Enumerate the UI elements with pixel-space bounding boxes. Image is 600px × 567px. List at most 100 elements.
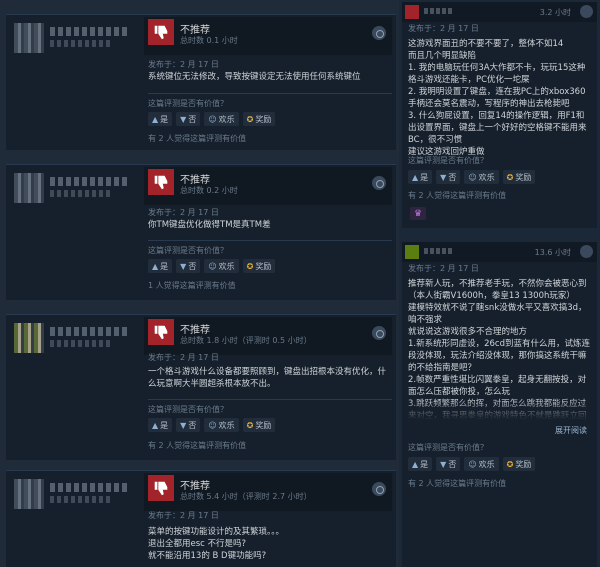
award-button[interactable]: ✪ 奖励 bbox=[242, 112, 276, 126]
author-library bbox=[50, 40, 110, 47]
award-icon: ✪ bbox=[246, 420, 254, 430]
thumbs-up-icon: ▲ bbox=[412, 459, 419, 469]
thumbs-down-icon: ▼ bbox=[180, 420, 187, 430]
no-label: 否 bbox=[188, 420, 197, 430]
no-button[interactable]: ▼ 否 bbox=[436, 170, 461, 184]
author-name[interactable] bbox=[424, 248, 454, 254]
divider bbox=[148, 93, 392, 94]
award-button[interactable]: ✪ 奖励 bbox=[502, 457, 536, 471]
yes-button[interactable]: ▲ 是 bbox=[148, 418, 173, 432]
helpful-count: 有 2 人觉得这篇评测有价值 bbox=[408, 191, 507, 200]
yes-label: 是 bbox=[420, 172, 429, 182]
review-card: 不推荐 总时数 5.4 小时（评测时 2.7 小时） 发布于：2 月 17 日 … bbox=[6, 470, 396, 567]
award-button[interactable]: ✪ 奖励 bbox=[502, 170, 536, 184]
funny-label: 欢乐 bbox=[218, 114, 235, 124]
funny-label: 欢乐 bbox=[218, 420, 235, 430]
steam-icon bbox=[580, 5, 593, 18]
funny-button[interactable]: ☺ 欢乐 bbox=[204, 418, 239, 432]
thumbs-down-icon bbox=[148, 19, 174, 45]
funny-button[interactable]: ☺ 欢乐 bbox=[204, 112, 239, 126]
helpful-count: 有 2 人觉得这篇评测有价值 bbox=[408, 479, 507, 488]
smile-icon: ☺ bbox=[208, 114, 217, 124]
funny-label: 欢乐 bbox=[218, 261, 235, 271]
yes-label: 是 bbox=[160, 114, 169, 124]
review-author[interactable] bbox=[14, 321, 134, 361]
avatar[interactable] bbox=[14, 323, 44, 353]
no-button[interactable]: ▼ 否 bbox=[176, 418, 201, 432]
rating-buttons: ▲ 是 ▼ 否 ☺ 欢乐 ✪ 奖励 bbox=[148, 112, 276, 126]
author-library bbox=[50, 340, 110, 347]
posted-date: 发布于：2 月 17 日 bbox=[148, 511, 219, 520]
helpful-question: 这篇评测是否有价值？ bbox=[148, 246, 228, 255]
award-button[interactable]: ✪ 奖励 bbox=[242, 259, 276, 273]
review-hours: 13.6 小时 bbox=[534, 248, 571, 257]
avatar[interactable] bbox=[14, 479, 44, 509]
rating-buttons: ▲ 是 ▼ 否 ☺ 欢乐 ✪ 奖励 bbox=[408, 457, 536, 471]
author-name[interactable] bbox=[50, 177, 130, 186]
yes-button[interactable]: ▲ 是 bbox=[148, 259, 173, 273]
yes-button[interactable]: ▲ 是 bbox=[408, 457, 433, 471]
yes-button[interactable]: ▲ 是 bbox=[148, 112, 173, 126]
rating-buttons: ▲ 是 ▼ 否 ☺ 欢乐 ✪ 奖励 bbox=[148, 259, 276, 273]
yes-button[interactable]: ▲ 是 bbox=[408, 170, 433, 184]
author-name[interactable] bbox=[50, 483, 130, 492]
thumbs-down-icon: ▼ bbox=[440, 172, 447, 182]
steam-icon bbox=[372, 326, 386, 340]
review-card: 不推荐 总时数 0.1 小时 发布于：2 月 17 日 系统键位无法修改，导致按… bbox=[6, 14, 396, 150]
smile-icon: ☺ bbox=[208, 261, 217, 271]
smile-icon: ☺ bbox=[468, 459, 477, 469]
award-badge-icon[interactable]: ♛ bbox=[410, 207, 426, 220]
funny-label: 欢乐 bbox=[478, 172, 495, 182]
review-card: 不推荐 总时数 1.8 小时（评测时 0.5 小时） 发布于：2 月 17 日 … bbox=[6, 314, 396, 460]
review-header: 3.2 小时 bbox=[402, 2, 597, 22]
review-header: 不推荐 总时数 1.8 小时（评测时 0.5 小时） bbox=[144, 317, 392, 355]
review-body-line: 菜单的按键功能设计的及其繁琐。。。 bbox=[148, 527, 285, 537]
review-author[interactable] bbox=[14, 477, 134, 517]
review-verdict: 不推荐 bbox=[180, 325, 210, 336]
left-review-column: 不推荐 总时数 0.1 小时 发布于：2 月 17 日 系统键位无法修改，导致按… bbox=[0, 0, 399, 567]
helpful-count: 有 2 人觉得这篇评测有价值 bbox=[148, 134, 247, 143]
no-button[interactable]: ▼ 否 bbox=[436, 457, 461, 471]
award-label: 奖励 bbox=[515, 459, 532, 469]
posted-date: 发布于：2 月 17 日 bbox=[148, 353, 219, 362]
author-name[interactable] bbox=[50, 27, 130, 36]
review-body-line: 退出全都用esc 不行是吗? bbox=[148, 539, 247, 549]
avatar[interactable] bbox=[14, 23, 44, 53]
review-body: 你TM键盘优化做得TM是真TM差 bbox=[148, 220, 271, 230]
review-hours: 总时数 1.8 小时（评测时 0.5 小时） bbox=[180, 336, 312, 345]
review-verdict: 不推荐 bbox=[180, 175, 210, 186]
author-name[interactable] bbox=[50, 327, 130, 336]
funny-button[interactable]: ☺ 欢乐 bbox=[204, 259, 239, 273]
rating-buttons: ▲ 是 ▼ 否 ☺ 欢乐 ✪ 奖励 bbox=[148, 418, 276, 432]
no-label: 否 bbox=[188, 114, 197, 124]
author-name[interactable] bbox=[424, 8, 454, 14]
posted-date: 发布于：2 月 17 日 bbox=[148, 60, 219, 69]
award-label: 奖励 bbox=[255, 114, 272, 124]
review-author[interactable] bbox=[14, 171, 134, 211]
funny-label: 欢乐 bbox=[478, 459, 495, 469]
no-button[interactable]: ▼ 否 bbox=[176, 259, 201, 273]
no-label: 否 bbox=[448, 172, 457, 182]
award-icon: ✪ bbox=[506, 459, 514, 469]
award-label: 奖励 bbox=[255, 420, 272, 430]
award-button[interactable]: ✪ 奖励 bbox=[242, 418, 276, 432]
no-button[interactable]: ▼ 否 bbox=[176, 112, 201, 126]
funny-button[interactable]: ☺ 欢乐 bbox=[464, 457, 499, 471]
no-label: 否 bbox=[188, 261, 197, 271]
award-label: 奖励 bbox=[515, 172, 532, 182]
thumbs-down-icon bbox=[405, 5, 419, 19]
avatar[interactable] bbox=[14, 173, 44, 203]
expand-review-link[interactable]: 展开阅读 bbox=[555, 425, 587, 436]
rating-buttons: ▲ 是 ▼ 否 ☺ 欢乐 ✪ 奖励 bbox=[408, 170, 536, 184]
steam-icon bbox=[372, 26, 386, 40]
review-author[interactable] bbox=[14, 21, 134, 61]
no-label: 否 bbox=[448, 459, 457, 469]
author-library bbox=[50, 496, 110, 503]
review-hours: 总时数 0.2 小时 bbox=[180, 186, 238, 195]
funny-button[interactable]: ☺ 欢乐 bbox=[464, 170, 499, 184]
review-hours: 总时数 5.4 小时（评测时 2.7 小时） bbox=[180, 492, 312, 501]
yes-label: 是 bbox=[420, 459, 429, 469]
thumbs-down-icon bbox=[148, 475, 174, 501]
helpful-count: 有 2 人觉得这篇评测有价值 bbox=[148, 441, 247, 450]
review-hours: 3.2 小时 bbox=[539, 8, 571, 17]
